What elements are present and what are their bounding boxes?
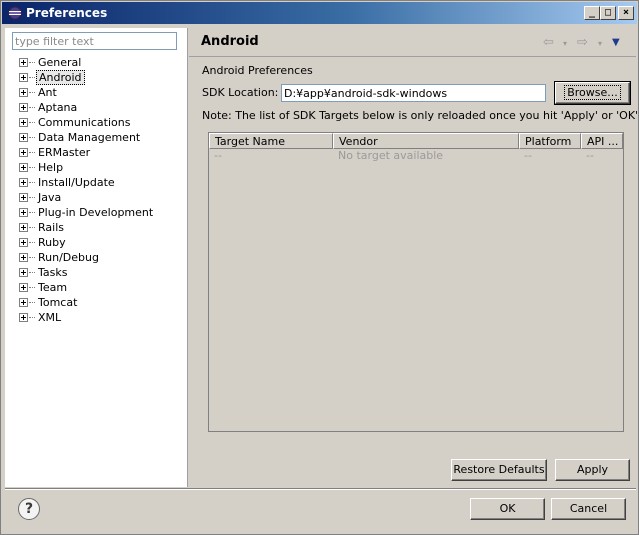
- filter-input[interactable]: [12, 32, 177, 50]
- tree-connector: [29, 287, 35, 288]
- expand-icon[interactable]: [19, 133, 28, 142]
- eclipse-icon: [8, 6, 22, 20]
- tree-item-label: Aptana: [38, 101, 78, 114]
- column-header-target-name[interactable]: Target Name: [209, 133, 333, 149]
- page-header: Android ⇦ ▾ ⇨ ▾ ▼: [189, 28, 636, 57]
- tree-connector: [29, 107, 35, 108]
- forward-dropdown-icon[interactable]: ▾: [598, 39, 602, 48]
- tree-item-label: Data Management: [38, 131, 141, 144]
- expand-icon[interactable]: [19, 253, 28, 262]
- expand-icon[interactable]: [19, 163, 28, 172]
- tree-connector: [29, 122, 35, 123]
- section-label: Android Preferences: [202, 64, 313, 77]
- tree-item-label: Tomcat: [38, 296, 78, 309]
- tree-connector: [29, 167, 35, 168]
- tree-item-label: Team: [38, 281, 68, 294]
- ok-button[interactable]: OK: [470, 498, 545, 520]
- tree-item-label: Plug-in Development: [38, 206, 154, 219]
- tree-item-label: Help: [38, 161, 64, 174]
- sdk-location-input[interactable]: [281, 84, 546, 102]
- expand-icon[interactable]: [19, 268, 28, 277]
- title-bar[interactable]: Preferences _ □ ×: [2, 2, 637, 24]
- tree-item-label: ERMaster: [38, 146, 91, 159]
- preferences-window: Preferences _ □ × GeneralAndroidAntAptan…: [0, 0, 639, 535]
- expand-icon[interactable]: [19, 58, 28, 67]
- help-icon[interactable]: ?: [18, 498, 40, 520]
- preference-page: Android ⇦ ▾ ⇨ ▾ ▼ Android Preferences SD…: [189, 28, 639, 487]
- expand-icon[interactable]: [19, 208, 28, 217]
- tree-connector: [29, 92, 35, 93]
- tree-connector: [29, 182, 35, 183]
- tree-item-label: Install/Update: [38, 176, 115, 189]
- tree-item-label: Communications: [38, 116, 131, 129]
- expand-icon[interactable]: [19, 148, 28, 157]
- restore-defaults-button[interactable]: Restore Defaults: [451, 459, 547, 481]
- footer-separator: [5, 488, 636, 490]
- tree-item-label: Ruby: [38, 236, 66, 249]
- tree-connector: [29, 212, 35, 213]
- tree-item-label: Rails: [38, 221, 64, 234]
- column-header-api[interactable]: API ...: [581, 133, 623, 149]
- tree-connector: [29, 62, 35, 63]
- tree-connector: [29, 257, 35, 258]
- expand-icon[interactable]: [19, 298, 28, 307]
- expand-icon[interactable]: [19, 223, 28, 232]
- expand-icon[interactable]: [19, 178, 28, 187]
- expand-icon[interactable]: [19, 283, 28, 292]
- sdk-targets-table[interactable]: Target Name Vendor Platform API ... -- N…: [208, 132, 624, 432]
- minimize-button[interactable]: _: [584, 6, 600, 20]
- tree-item-label: XML: [38, 311, 62, 324]
- expand-icon[interactable]: [19, 88, 28, 97]
- tree-connector: [29, 77, 35, 78]
- tree-connector: [29, 272, 35, 273]
- page-title: Android: [201, 34, 259, 49]
- cell-api: --: [586, 149, 594, 162]
- maximize-button[interactable]: □: [600, 6, 616, 20]
- tree-connector: [29, 317, 35, 318]
- tree-item-label: Android: [36, 70, 85, 85]
- tree-item-label: General: [38, 56, 82, 69]
- column-header-platform[interactable]: Platform: [519, 133, 581, 149]
- view-menu-icon[interactable]: ▼: [612, 37, 620, 48]
- table-row[interactable]: -- No target available -- --: [209, 149, 623, 163]
- expand-icon[interactable]: [19, 103, 28, 112]
- tree-connector: [29, 197, 35, 198]
- back-arrow-icon[interactable]: ⇦: [543, 35, 554, 50]
- sdk-note: Note: The list of SDK Targets below is o…: [202, 109, 639, 122]
- cell-platform: --: [524, 149, 532, 162]
- expand-icon[interactable]: [19, 118, 28, 127]
- tree-connector: [29, 137, 35, 138]
- column-header-vendor[interactable]: Vendor: [333, 133, 519, 149]
- cancel-button[interactable]: Cancel: [551, 498, 626, 520]
- expand-icon[interactable]: [19, 313, 28, 322]
- cell-target-name: --: [214, 149, 222, 162]
- expand-icon[interactable]: [19, 238, 28, 247]
- window-title: Preferences: [26, 6, 108, 20]
- back-dropdown-icon[interactable]: ▾: [563, 39, 567, 48]
- apply-button[interactable]: Apply: [555, 459, 630, 481]
- close-button[interactable]: ×: [618, 6, 634, 20]
- tree-item-label: Run/Debug: [38, 251, 99, 264]
- expand-icon[interactable]: [19, 73, 28, 82]
- table-header: Target Name Vendor Platform API ...: [209, 133, 623, 149]
- expand-icon[interactable]: [19, 193, 28, 202]
- tree-item-label: Tasks: [38, 266, 68, 279]
- browse-button[interactable]: Browse...: [554, 81, 631, 105]
- tree-item-label: Ant: [38, 86, 57, 99]
- browse-button-label: Browse...: [564, 85, 621, 100]
- tree-connector: [29, 302, 35, 303]
- tree-connector: [29, 152, 35, 153]
- cell-vendor: No target available: [338, 149, 444, 162]
- tree-connector: [29, 242, 35, 243]
- sdk-location-label: SDK Location:: [202, 86, 279, 99]
- tree-connector: [29, 227, 35, 228]
- forward-arrow-icon[interactable]: ⇨: [577, 35, 588, 50]
- tree-item-label: Java: [38, 191, 62, 204]
- preference-tree-panel: GeneralAndroidAnt Aptana Communications Dat…: [5, 28, 188, 487]
